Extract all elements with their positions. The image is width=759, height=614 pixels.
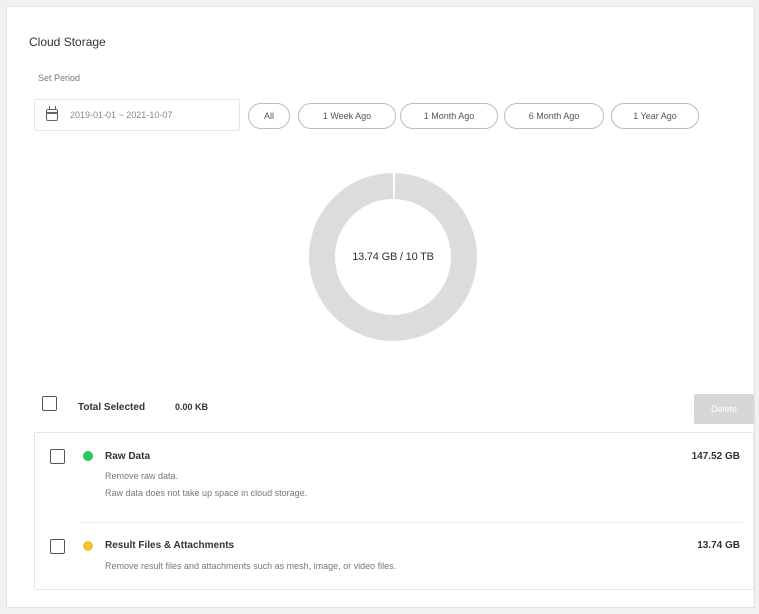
result-files-checkbox[interactable] bbox=[50, 539, 65, 554]
total-selected-value: 0.00 KB bbox=[175, 402, 209, 412]
period-chip-1-week[interactable]: 1 Week Ago bbox=[298, 103, 396, 129]
raw-data-desc-line2: Raw data does not take up space in cloud… bbox=[105, 488, 308, 498]
raw-data-size: 147.52 GB bbox=[691, 451, 740, 462]
result-files-desc: Remove result files and attachments such… bbox=[105, 561, 397, 571]
period-chip-all[interactable]: All bbox=[248, 103, 290, 129]
period-chip-1-year[interactable]: 1 Year Ago bbox=[611, 103, 699, 129]
result-files-title: Result Files & Attachments bbox=[105, 540, 235, 551]
card-title: Cloud Storage bbox=[29, 35, 106, 49]
cloud-storage-card: Cloud Storage Set Period 2019-01-01 ~ 20… bbox=[6, 6, 755, 608]
result-files-size: 13.74 GB bbox=[697, 540, 740, 551]
total-selected-label: Total Selected bbox=[78, 402, 146, 413]
raw-data-color-dot bbox=[83, 451, 93, 461]
raw-data-checkbox[interactable] bbox=[50, 449, 65, 464]
raw-data-title: Raw Data bbox=[105, 451, 151, 462]
usage-label: 13.74 GB / 10 TB bbox=[352, 251, 434, 263]
row-divider bbox=[80, 522, 743, 523]
date-range-picker[interactable]: 2019-01-01 ~ 2021-10-07 bbox=[34, 99, 240, 131]
period-chip-1-month[interactable]: 1 Month Ago bbox=[400, 103, 498, 129]
storage-usage-donut: 13.74 GB / 10 TB bbox=[309, 173, 477, 341]
set-period-label: Set Period bbox=[38, 73, 81, 83]
calendar-icon bbox=[46, 106, 58, 121]
period-chip-6-month[interactable]: 6 Month Ago bbox=[504, 103, 604, 129]
select-all-checkbox[interactable] bbox=[42, 396, 57, 411]
delete-button[interactable]: Delete bbox=[694, 394, 754, 424]
storage-item-list: Raw Data Remove raw data. Raw data does … bbox=[34, 432, 754, 590]
raw-data-desc-line1: Remove raw data. bbox=[105, 471, 179, 481]
date-range-value: 2019-01-01 ~ 2021-10-07 bbox=[70, 110, 173, 120]
result-files-color-dot bbox=[83, 541, 93, 551]
